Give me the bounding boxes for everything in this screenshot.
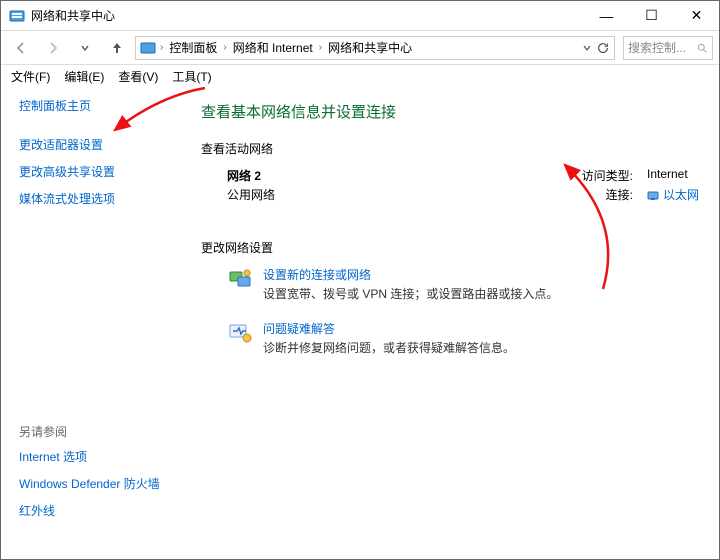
task-new-connection-link[interactable]: 设置新的连接或网络 (263, 266, 558, 283)
close-button[interactable]: ✕ (674, 1, 719, 31)
active-network-row: 网络 2 公用网络 访问类型: Internet 连接: 以太网 (227, 167, 699, 205)
sidebar-infrared[interactable]: 红外线 (19, 502, 181, 519)
content-area: 控制面板主页 更改适配器设置 更改高级共享设置 媒体流式处理选项 另请参阅 In… (1, 87, 719, 559)
connection-value: 以太网 (663, 186, 699, 203)
chevron-right-icon: › (223, 42, 226, 53)
breadcrumb-item[interactable]: 网络和共享中心 (326, 39, 414, 56)
change-settings-label: 更改网络设置 (201, 239, 699, 256)
address-bar[interactable]: › 控制面板 › 网络和 Internet › 网络和共享中心 (135, 36, 615, 60)
recent-dropdown[interactable] (71, 35, 99, 61)
address-dropdown[interactable] (582, 43, 592, 53)
task-troubleshoot-desc: 诊断并修复网络问题，或者获得疑难解答信息。 (263, 339, 515, 356)
sidebar-advanced-sharing[interactable]: 更改高级共享设置 (19, 163, 181, 180)
sidebar-home-link[interactable]: 控制面板主页 (19, 97, 181, 114)
window-controls: — ☐ ✕ (584, 1, 719, 31)
search-icon (696, 42, 708, 54)
back-button[interactable] (7, 35, 35, 61)
minimize-button[interactable]: — (584, 1, 629, 31)
task-troubleshoot: 问题疑难解答 诊断并修复网络问题，或者获得疑难解答信息。 (227, 320, 699, 356)
maximize-button[interactable]: ☐ (629, 1, 674, 31)
chevron-right-icon: › (319, 42, 322, 53)
connection-link[interactable]: 以太网 (647, 186, 699, 203)
forward-button[interactable] (39, 35, 67, 61)
task-new-connection: 设置新的连接或网络 设置宽带、拨号或 VPN 连接；或设置路由器或接入点。 (227, 266, 699, 302)
network-category: 公用网络 (227, 186, 275, 203)
refresh-button[interactable] (596, 41, 610, 55)
sidebar-media-streaming[interactable]: 媒体流式处理选项 (19, 190, 181, 207)
task-new-connection-desc: 设置宽带、拨号或 VPN 连接；或设置路由器或接入点。 (263, 285, 558, 302)
active-networks-label: 查看活动网络 (201, 140, 699, 157)
menu-edit[interactable]: 编辑(E) (64, 68, 104, 85)
access-type-value: Internet (647, 167, 688, 184)
troubleshoot-icon (227, 320, 253, 346)
sidebar-adapter-settings[interactable]: 更改适配器设置 (19, 136, 181, 153)
up-button[interactable] (103, 35, 131, 61)
task-troubleshoot-link[interactable]: 问题疑难解答 (263, 320, 515, 337)
access-type-label: 访问类型: (577, 167, 633, 184)
address-icon (140, 40, 156, 56)
window-title: 网络和共享中心 (31, 7, 584, 24)
network-wizard-icon (227, 266, 253, 292)
title-bar: 网络和共享中心 — ☐ ✕ (1, 1, 719, 31)
breadcrumb-item[interactable]: 网络和 Internet (231, 39, 315, 56)
sidebar: 控制面板主页 更改适配器设置 更改高级共享设置 媒体流式处理选项 另请参阅 In… (1, 87, 181, 559)
search-input[interactable]: 搜索控制... (623, 36, 713, 60)
navigation-bar: › 控制面板 › 网络和 Internet › 网络和共享中心 搜索控制... (1, 31, 719, 65)
sidebar-internet-options[interactable]: Internet 选项 (19, 448, 181, 465)
search-placeholder: 搜索控制... (628, 39, 686, 56)
network-name: 网络 2 (227, 167, 275, 184)
breadcrumb-item[interactable]: 控制面板 (167, 39, 219, 56)
menu-file[interactable]: 文件(F) (11, 68, 50, 85)
see-also-label: 另请参阅 (19, 423, 181, 440)
main-panel: 查看基本网络信息并设置连接 查看活动网络 网络 2 公用网络 访问类型: Int… (181, 87, 719, 559)
menu-tools[interactable]: 工具(T) (172, 68, 211, 85)
page-heading: 查看基本网络信息并设置连接 (201, 101, 699, 122)
sidebar-defender-firewall[interactable]: Windows Defender 防火墙 (19, 475, 181, 492)
menu-bar: 文件(F) 编辑(E) 查看(V) 工具(T) (1, 65, 719, 87)
ethernet-icon (647, 189, 659, 201)
app-icon (9, 8, 25, 24)
connection-label: 连接: (577, 186, 633, 203)
chevron-right-icon: › (160, 42, 163, 53)
menu-view[interactable]: 查看(V) (118, 68, 158, 85)
